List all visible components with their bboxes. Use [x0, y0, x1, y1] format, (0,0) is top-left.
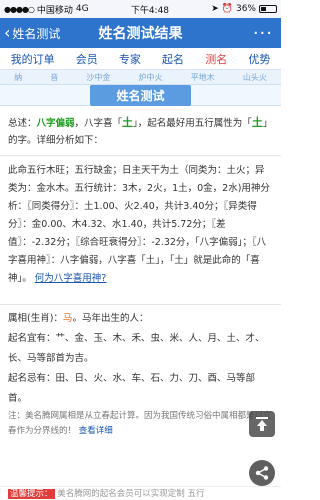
nayin-label-1: 纳	[14, 72, 23, 82]
zodiac-note-text: 注：美名腾网属相是从立春起计算。因为我国传统习俗中属相都是以立春作为分界线的！	[8, 411, 272, 436]
back-button[interactable]: ‹ 姓名测试	[4, 25, 60, 42]
zodiac-title-suffix: 。马年出生的人：	[72, 313, 149, 324]
zodiac-note: 注：美名腾网属相是从立春起计算。因为我国传统习俗中属相都是以立春作为分界线的！ …	[8, 409, 273, 439]
zodiac-good: 起名宜有：艹、金、玉、木、禾、虫、米、人、月、土、才、长、马等部首为吉。	[8, 329, 273, 369]
tip-tail: 五行	[187, 489, 205, 499]
battery-percent: 36%	[235, 4, 256, 14]
tip-text: 美名腾网的起名会员可以实现定制	[57, 489, 185, 499]
zodiac-bad-label: 起名忌有：	[8, 373, 56, 384]
arrow-up-icon	[256, 417, 268, 431]
clock: 下午4:48	[130, 5, 170, 16]
nayin-year: 沙中金	[86, 72, 111, 82]
status-right: ➤ ⏰ 36%	[211, 4, 277, 14]
page-title: 姓名测试结果	[98, 26, 183, 42]
section-divider	[0, 294, 281, 304]
section-banner: 姓名测试	[0, 84, 281, 106]
tab-advantages[interactable]: 优势	[248, 51, 270, 67]
share-button[interactable]	[249, 460, 275, 486]
analysis-section: 此命五行木旺；五行缺金；日主天干为土（同类为：土火；异类为：金水木。五行统计：3…	[0, 156, 281, 294]
back-label: 姓名测试	[12, 26, 61, 41]
top-tabs: 我的订单 会员 专家 起名 测名 优势	[0, 48, 281, 70]
summary-element-2: 土	[251, 116, 263, 129]
tab-experts[interactable]: 专家	[119, 51, 141, 67]
battery-icon	[259, 5, 277, 13]
status-bar: ●●●●○ 中国移动 4G 下午4:48 ➤ ⏰ 36%	[0, 0, 281, 18]
yongshen-link[interactable]: 何为八字喜用神?	[35, 273, 107, 284]
zodiac-good-label: 起名宜有：	[8, 333, 56, 344]
nayin-month: 炉中火	[138, 72, 163, 82]
nayin-strip: 纳 音 沙中金 炉中火 平地木 山头火	[0, 70, 281, 84]
nav-bar: ‹ 姓名测试 姓名测试结果 ···	[0, 18, 281, 48]
tab-name-test[interactable]: 测名	[205, 51, 227, 67]
carrier-label: 中国移动	[36, 5, 73, 16]
summary-element-1: 土	[122, 116, 134, 129]
nayin-hour: 山头火	[242, 72, 267, 82]
summary-strength: 八字偏弱	[36, 118, 75, 129]
zodiac-section: 属相(生肖)：马。马年出生的人： 起名宜有：艹、金、玉、木、禾、虫、米、人、月、…	[0, 304, 281, 443]
section-banner-label: 姓名测试	[90, 84, 191, 106]
nayin-day: 平地木	[190, 72, 215, 82]
network-label: 4G	[75, 4, 89, 14]
status-left: ●●●●○ 中国移动 4G	[4, 3, 89, 16]
zodiac-title-prefix: 属相(生肖)：	[8, 313, 63, 324]
tab-orders[interactable]: 我的订单	[11, 51, 55, 67]
analysis-text: 此命五行木旺；五行缺金；日主天干为土（同类为：土火；异类为：金水木。五行统计：3…	[8, 165, 270, 284]
summary-section: 总述：八字偏弱，八字喜「土」，起名最好用五行属性为「土」的字。详细分析如下：	[0, 106, 281, 156]
signal-icon: ●●●●○	[4, 4, 35, 14]
tab-membership[interactable]: 会员	[76, 51, 98, 67]
nayin-label-2: 音	[50, 72, 59, 82]
summary-text-2: 」，起名最好用五行属性为「	[133, 118, 252, 129]
chevron-left-icon: ‹	[4, 23, 11, 42]
more-menu-button[interactable]: ···	[253, 23, 273, 44]
location-icon: ➤	[211, 4, 219, 14]
zodiac-animal: 马	[62, 313, 73, 324]
zodiac-bad: 起名忌有：田、日、火、水、车、石、力、刀、酉、马等部首。	[8, 369, 273, 409]
zodiac-title: 属相(生肖)：马。马年出生的人：	[8, 309, 273, 329]
share-icon	[255, 466, 269, 480]
zodiac-detail-link[interactable]: 查看详细	[79, 426, 113, 436]
alarm-icon: ⏰	[221, 4, 233, 14]
summary-prefix: 总述：	[8, 118, 37, 129]
tip-label: 温馨提示：	[8, 489, 55, 499]
back-to-top-button[interactable]	[249, 411, 275, 437]
bottom-tip: 温馨提示： 美名腾网的起名会员可以实现定制 五行	[0, 486, 281, 500]
summary-text-1: ，八字喜「	[74, 118, 123, 129]
tab-naming[interactable]: 起名	[162, 51, 184, 67]
